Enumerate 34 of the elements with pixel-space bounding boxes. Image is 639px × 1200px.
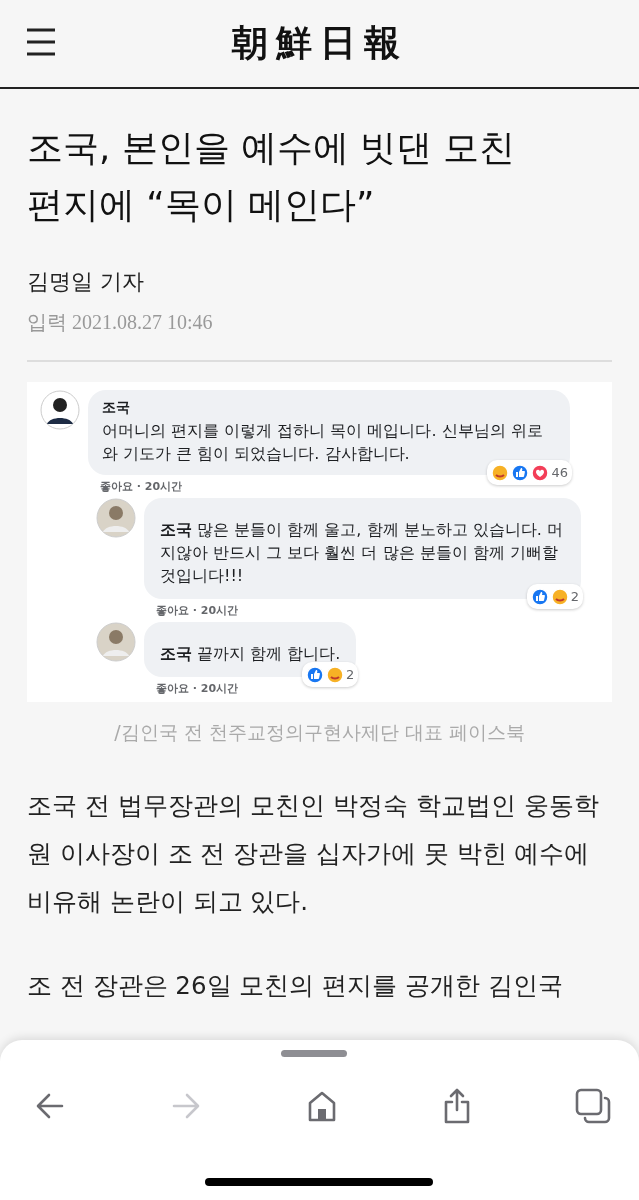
avatar	[40, 390, 80, 430]
tabs-icon	[575, 1088, 611, 1124]
share-icon	[443, 1088, 472, 1124]
comment-meta: 좋아요 · 20시간	[100, 479, 184, 494]
home-icon	[306, 1090, 337, 1122]
sheet-handle[interactable]	[281, 1050, 347, 1057]
avatar	[96, 622, 136, 662]
back-arrow-icon	[35, 1092, 65, 1120]
publish-date: 2021.08.27 10:46	[72, 311, 213, 333]
forward-arrow-icon	[170, 1092, 201, 1120]
reaction-counter[interactable]: 2	[526, 584, 583, 609]
image-caption: /김인국 전 천주교정의구현사제단 대표 페이스북	[113, 720, 526, 745]
reply-text: 조국 많은 분들이 함께 울고, 함께 분노하고 있습니다. 머지않아 반드시 그 보다 훨씬 더 많은 분들이 함께 기뻐할 것입니다!!!	[160, 520, 563, 585]
comment-author: 조국	[102, 398, 131, 417]
menu-icon	[25, 26, 57, 57]
reply-text: 조국 끝까지 함께 합니다.	[160, 644, 341, 663]
article-paragraph: 조국 전 법무장관의 모친인 박정숙 학교법인 웅동학원 이사장이 조 전 장관을 십자가에 못 박힌 예수에 비유해 논란이 되고 있다.	[27, 790, 600, 918]
reply-meta: 좋아요 · 20시간	[156, 603, 240, 618]
reply-meta: 좋아요 · 20시간	[156, 681, 240, 696]
author-byline: 김명일 기자	[27, 268, 145, 296]
date-label: 입력	[27, 311, 67, 333]
like-icon	[530, 587, 549, 606]
reaction-counter[interactable]: 2	[302, 662, 359, 687]
hug-emoji-icon	[491, 463, 510, 482]
newspaper-logo[interactable]: 朝鮮日報	[231, 19, 408, 68]
article-title: 조국, 본인을 예수에 빗댄 모친 편지에 “목이 메인다”	[27, 126, 517, 227]
comment-text: 어머니의 편지를 이렇게 접하니 목이 메입니다. 신부님의 위로와 기도가 큰 힘이 되었습니다. 감사합니다.	[102, 421, 543, 463]
avatar	[96, 498, 136, 538]
like-icon	[511, 463, 530, 482]
reaction-counter[interactable]: 46	[487, 460, 572, 485]
hug-emoji-icon	[550, 587, 569, 606]
hug-emoji-icon	[326, 665, 345, 684]
article-paragraph: 조 전 장관은 26일 모친의 편지를 공개한 김인국	[27, 970, 564, 1002]
like-icon	[306, 665, 325, 684]
